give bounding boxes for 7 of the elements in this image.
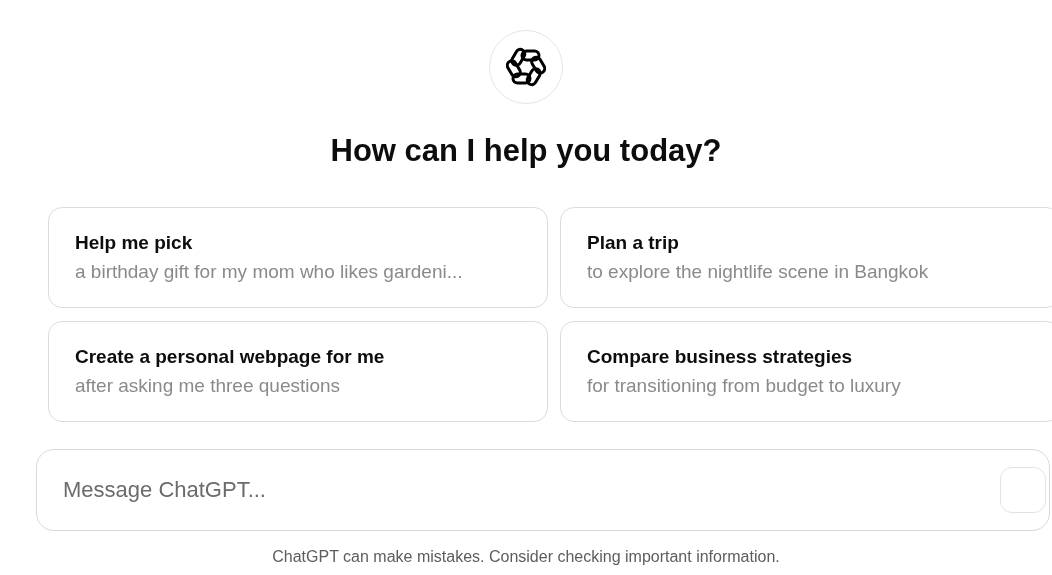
page-heading: How can I help you today?	[330, 132, 722, 170]
suggestion-card[interactable]: Create a personal webpage for me after asking me three questions	[48, 320, 548, 422]
message-field[interactable]: Message ChatGPT...	[36, 448, 1050, 531]
suggestion-card[interactable]: Plan a trip to explore the nightlife scene in Bangkok	[560, 206, 1052, 308]
suggestion-card[interactable]: Compare business strategies for transitioning from budget to luxury	[560, 320, 1052, 422]
disclaimer-text: ChatGPT can make mistakes. Consider checking important information.	[272, 546, 780, 567]
suggestion-card[interactable]: Help me pick a birthday gift for my mom who likes gardeni...	[48, 206, 548, 308]
